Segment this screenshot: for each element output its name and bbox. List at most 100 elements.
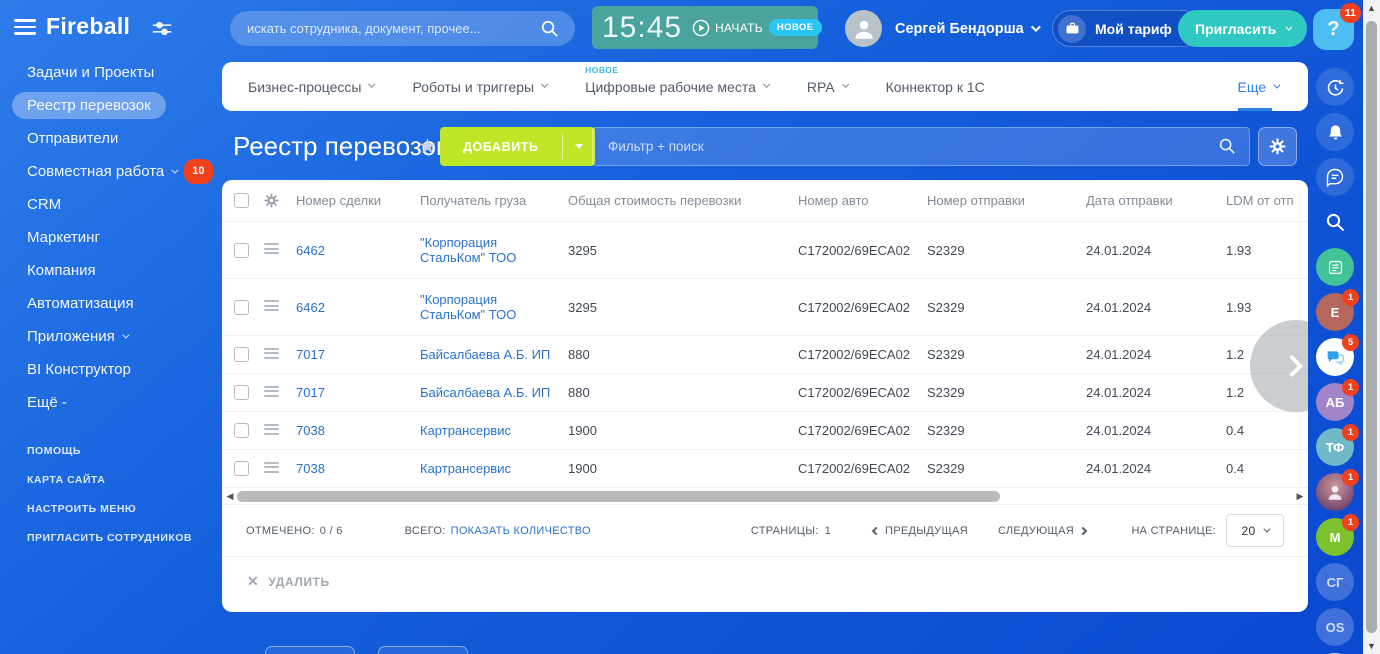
sidebar-sitemap-link[interactable]: КАРТА САЙТА: [27, 474, 216, 486]
rail-chat-e[interactable]: E 1: [1316, 293, 1354, 331]
rail-chat-sg[interactable]: СГ: [1316, 563, 1354, 601]
filter-search-input[interactable]: [592, 127, 1250, 166]
user-menu[interactable]: Сергей Бендорша: [845, 10, 1038, 47]
row-menu-icon[interactable]: [264, 386, 279, 400]
gear-icon[interactable]: [264, 193, 296, 208]
invite-button[interactable]: Пригласить: [1178, 10, 1307, 47]
scroll-left-arrow[interactable]: ◀: [225, 492, 235, 501]
scroll-right-arrow[interactable]: ▶: [1295, 492, 1305, 501]
row-checkbox[interactable]: [234, 423, 249, 438]
row-menu-icon[interactable]: [264, 348, 279, 362]
grid-settings-button[interactable]: [1258, 127, 1297, 166]
search-icon[interactable]: [1218, 137, 1236, 155]
horizontal-scrollbar[interactable]: ◀ ▶: [222, 488, 1308, 504]
sidebar-item-company[interactable]: Компания: [27, 260, 216, 281]
global-search-input[interactable]: [230, 11, 575, 46]
sidebar-item-marketing[interactable]: Маркетинг: [27, 227, 216, 248]
recipient-link[interactable]: Картрансервис: [420, 461, 568, 476]
rail-chat-photo-avatar[interactable]: 1: [1316, 473, 1354, 511]
sidebar-item-bi[interactable]: BI Конструктор: [27, 359, 216, 380]
row-menu-icon[interactable]: [264, 300, 279, 314]
scroll-up-arrow[interactable]: ▲: [1363, 3, 1380, 13]
menu-burger-icon[interactable]: [14, 19, 36, 35]
favorite-star-icon[interactable]: ★: [418, 134, 437, 159]
rail-feed-button[interactable]: [1316, 248, 1354, 286]
help-button[interactable]: ? 11: [1313, 9, 1354, 50]
column-header[interactable]: Получатель груза: [420, 193, 568, 208]
recipient-link[interactable]: Байсалбаева А.Б. ИП: [420, 347, 568, 362]
sidebar-item-more[interactable]: Ещё -: [27, 392, 216, 413]
sidebar-help-link[interactable]: ПОМОЩЬ: [27, 445, 216, 457]
row-menu-icon[interactable]: [264, 462, 279, 476]
add-dropdown-arrow[interactable]: [563, 127, 595, 166]
app-logo[interactable]: Fireball: [46, 13, 130, 40]
add-button[interactable]: ДОБАВИТЬ: [440, 127, 595, 166]
scrollbar-thumb[interactable]: [1366, 21, 1377, 633]
scroll-down-arrow[interactable]: ▼: [1363, 641, 1380, 651]
sidebar-item-collaboration[interactable]: Совместная работа 10: [27, 161, 216, 182]
recipient-link[interactable]: "Корпорация СтальКом" ТОО: [420, 292, 568, 322]
deal-link[interactable]: 6462: [296, 300, 420, 315]
row-menu-icon[interactable]: [264, 424, 279, 438]
tab-1c-connector[interactable]: Коннектор к 1С: [886, 79, 985, 95]
search-icon[interactable]: [540, 19, 559, 38]
rail-chats-button[interactable]: 5: [1316, 338, 1354, 376]
sidebar-item-crm[interactable]: CRM: [27, 194, 216, 215]
show-count-link[interactable]: ПОКАЗАТЬ КОЛИЧЕСТВО: [451, 525, 591, 537]
rail-chat-m[interactable]: М 1: [1316, 518, 1354, 556]
deal-link[interactable]: 6462: [296, 243, 420, 258]
row-checkbox[interactable]: [234, 243, 249, 258]
row-checkbox[interactable]: [234, 347, 249, 362]
sidebar-item-apps[interactable]: Приложения: [27, 326, 216, 347]
tab-digital-workplaces[interactable]: НОВОЕ Цифровые рабочие места: [585, 79, 767, 95]
deal-link[interactable]: 7017: [296, 347, 420, 362]
page-scrollbar[interactable]: ▲ ▼: [1363, 0, 1380, 654]
rail-search-button[interactable]: [1316, 203, 1354, 241]
rail-timeman-button[interactable]: [1316, 68, 1354, 106]
logo-settings-icon[interactable]: [152, 20, 172, 36]
ghost-button[interactable]: [378, 646, 468, 654]
tab-more[interactable]: Еще: [1238, 62, 1279, 111]
column-header[interactable]: Номер авто: [798, 193, 927, 208]
sidebar-invite-employees-link[interactable]: ПРИГЛАСИТЬ СОТРУДНИКОВ: [27, 532, 216, 544]
chevron-down-icon: [172, 167, 179, 174]
workday-timer[interactable]: 15:45 НАЧАТЬ НОВОЕ: [592, 6, 818, 49]
column-header[interactable]: Номер сделки: [296, 193, 420, 208]
recipient-link[interactable]: Картрансервис: [420, 423, 568, 438]
row-checkbox[interactable]: [234, 300, 249, 315]
rail-chat-ab[interactable]: АБ 1: [1316, 383, 1354, 421]
deal-link[interactable]: 7017: [296, 385, 420, 400]
rail-messenger-button[interactable]: [1316, 158, 1354, 196]
select-all-checkbox[interactable]: [234, 193, 249, 208]
column-header[interactable]: Дата отправки: [1086, 193, 1226, 208]
deal-link[interactable]: 7038: [296, 423, 420, 438]
rail-chat-os[interactable]: OS: [1316, 608, 1354, 646]
row-checkbox[interactable]: [234, 385, 249, 400]
notification-badge: 5: [1342, 334, 1359, 351]
sidebar-item-tasks[interactable]: Задачи и Проекты: [27, 62, 216, 83]
sidebar-item-automation[interactable]: Автоматизация: [27, 293, 216, 314]
column-header[interactable]: Номер отправки: [927, 193, 1086, 208]
tab-rpa[interactable]: RPA: [807, 79, 846, 95]
tab-business-processes[interactable]: Бизнес-процессы: [248, 79, 372, 95]
recipient-link[interactable]: "Корпорация СтальКом" ТОО: [420, 235, 568, 265]
column-header[interactable]: LDM от отп: [1226, 193, 1308, 208]
per-page-select[interactable]: 20: [1226, 514, 1284, 547]
prev-page-button[interactable]: ПРЕДЫДУЩАЯ: [873, 525, 968, 537]
row-menu-icon[interactable]: [264, 243, 279, 257]
column-header[interactable]: Общая стоимость перевозки: [568, 193, 798, 208]
sidebar-item-senders[interactable]: Отправители: [27, 128, 216, 149]
sidebar-item-registry[interactable]: Реестр перевозок: [27, 95, 216, 116]
ghost-button[interactable]: [265, 646, 355, 654]
deal-link[interactable]: 7038: [296, 461, 420, 476]
tab-robots-triggers[interactable]: Роботы и триггеры: [412, 79, 545, 95]
sidebar-configure-menu-link[interactable]: НАСТРОИТЬ МЕНЮ: [27, 503, 216, 515]
start-workday-button[interactable]: НАЧАТЬ: [692, 19, 763, 37]
rail-chat-tf[interactable]: ТФ 1: [1316, 428, 1354, 466]
row-checkbox[interactable]: [234, 461, 249, 476]
delete-action[interactable]: УДАЛИТЬ: [268, 575, 329, 589]
next-page-button[interactable]: СЛЕДУЮЩАЯ: [998, 525, 1086, 537]
scrollbar-thumb[interactable]: [237, 491, 1000, 502]
rail-notifications-button[interactable]: [1316, 113, 1354, 151]
recipient-link[interactable]: Байсалбаева А.Б. ИП: [420, 385, 568, 400]
